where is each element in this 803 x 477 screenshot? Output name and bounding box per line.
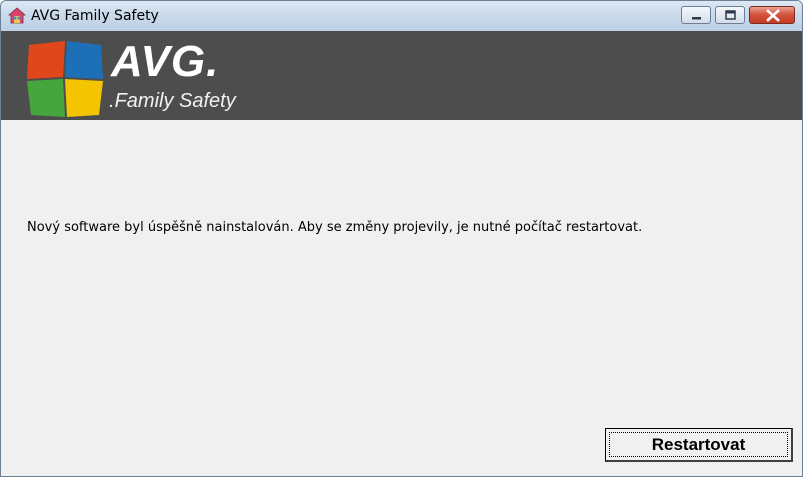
focus-outline	[609, 432, 788, 457]
close-button[interactable]	[749, 6, 795, 24]
app-window: AVG Family Safety AVG. .Family Safety No…	[0, 0, 803, 477]
logo-wordmark: AVG.	[111, 37, 220, 86]
avg-logo-icon	[27, 41, 103, 117]
title-bar[interactable]: AVG Family Safety	[1, 1, 802, 31]
product-name: .Family Safety	[109, 90, 236, 112]
minimize-button[interactable]	[681, 6, 711, 24]
close-icon	[766, 9, 780, 22]
avg-family-safety-app-icon[interactable]	[7, 7, 27, 25]
maximize-button[interactable]	[715, 6, 745, 24]
product-banner: AVG. .Family Safety	[1, 31, 802, 120]
minimize-icon	[692, 17, 701, 20]
restart-button[interactable]: Restartovat	[605, 428, 793, 462]
content-area: Nový software byl úspěšně nainstalován. …	[1, 120, 802, 476]
maximize-icon	[725, 10, 736, 20]
window-title: AVG Family Safety	[31, 8, 159, 24]
install-success-message: Nový software byl úspěšně nainstalován. …	[27, 220, 643, 235]
